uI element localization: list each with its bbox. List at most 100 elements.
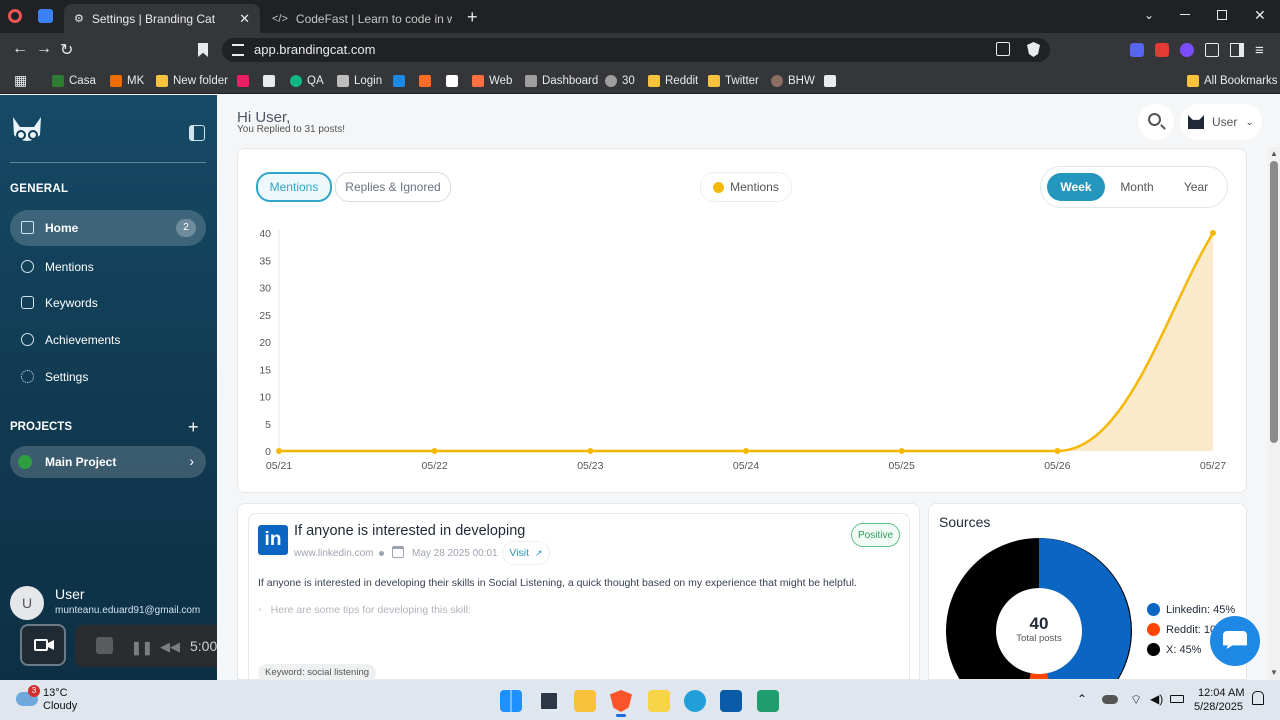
bookmark-twitter[interactable]: Twitter (708, 72, 759, 90)
sentiment-label: Positive (857, 529, 893, 541)
scrollbar-down-arrow[interactable]: ▼ (1270, 668, 1278, 677)
onedrive-icon[interactable] (1102, 695, 1118, 704)
collapse-sidebar-icon[interactable] (189, 125, 205, 141)
sidebar-toggle-icon[interactable] (1230, 43, 1244, 57)
extension-rocket-icon[interactable] (1155, 43, 1169, 57)
site-info-icon[interactable] (232, 44, 244, 56)
forward-icon[interactable]: → (36, 40, 52, 58)
scrollbar-up-arrow[interactable]: ▲ (1270, 149, 1278, 158)
minimize-icon[interactable] (1180, 14, 1190, 15)
weather-temp: 13°C (43, 687, 68, 699)
bookmark-web[interactable]: Web (472, 72, 512, 90)
user-card[interactable]: U User munteanu.eduard91@gmail.com (10, 585, 206, 621)
legend-reddit: Reddit: 10 (1147, 623, 1216, 636)
tab-mentions[interactable]: Mentions (256, 172, 332, 202)
bookmark-30[interactable]: 30 (605, 72, 635, 90)
tab-settings-branding-cat[interactable]: ⚙ Settings | Branding Cat ✕ (64, 4, 260, 33)
bookmark-new-folder[interactable]: New folder (156, 72, 228, 90)
bookmark-qa[interactable]: QA (290, 72, 324, 90)
telegram-icon[interactable] (684, 690, 706, 712)
cat-logo-icon[interactable] (10, 115, 44, 147)
bookmark-dashboard[interactable]: Dashboard (525, 72, 598, 90)
clock-time[interactable]: 12:04 AM (1198, 687, 1244, 699)
dev-tool-icon[interactable] (757, 690, 779, 712)
battery-icon[interactable] (1170, 695, 1184, 703)
mk-icon (110, 75, 122, 87)
close-window-icon[interactable]: ✕ (1254, 7, 1266, 24)
weather-widget[interactable]: 3 13°C Cloudy (14, 685, 94, 714)
user-menu[interactable]: User ⌄ (1180, 104, 1262, 140)
volume-icon[interactable]: ◀) (1150, 692, 1163, 706)
rewind-icon[interactable]: ◀◀ (160, 639, 180, 655)
remote-desktop-icon[interactable] (720, 690, 742, 712)
bookmark-x[interactable] (446, 72, 458, 90)
sidebar-item-keywords[interactable]: Keywords (10, 285, 206, 321)
bookmark-gitlab[interactable] (419, 72, 431, 90)
sidebar-item-settings[interactable]: Settings (10, 359, 206, 395)
page-scrollbar[interactable]: ▲ ▼ (1268, 147, 1280, 680)
bookmark-o[interactable] (263, 72, 275, 90)
apps-grid-icon[interactable]: ▦ (14, 72, 27, 89)
sticky-notes-icon[interactable] (648, 690, 670, 712)
back-icon[interactable]: ← (12, 40, 28, 58)
chat-support-button[interactable] (1210, 616, 1260, 666)
extension-purple-icon[interactable] (1180, 43, 1194, 57)
sidebar-item-home[interactable]: Home 2 (10, 210, 206, 246)
tray-chevron-up-icon[interactable]: ⌃ (1077, 692, 1087, 706)
browser-menu-hamburger-icon[interactable]: ≡ (1255, 42, 1264, 59)
range-month-button[interactable]: Month (1110, 173, 1164, 201)
notification-bell-icon[interactable] (1252, 691, 1264, 705)
range-year-button[interactable]: Year (1170, 173, 1222, 201)
all-bookmarks[interactable]: All Bookmarks (1187, 72, 1278, 90)
file-explorer-icon[interactable] (574, 690, 596, 712)
bookmark-bhw[interactable]: BHW (771, 72, 815, 90)
sidebar-item-mentions[interactable]: Mentions (10, 249, 206, 285)
extension-d-icon[interactable] (1130, 43, 1144, 57)
recorder-camera-button[interactable] (20, 624, 66, 666)
bookmark-casa[interactable]: Casa (52, 72, 96, 90)
clock-date[interactable]: 5/28/2025 (1194, 701, 1243, 713)
range-week-button[interactable]: Week (1047, 173, 1105, 201)
add-project-icon[interactable]: + (188, 417, 199, 438)
extensions-puzzle-icon[interactable] (1205, 43, 1219, 57)
bookmark-extra[interactable] (824, 72, 836, 90)
search-button[interactable] (1138, 104, 1174, 140)
share-icon[interactable] (996, 42, 1010, 56)
post-title[interactable]: If anyone is interested in developing (294, 523, 525, 539)
tab-replies-ignored[interactable]: Replies & Ignored (335, 172, 451, 202)
close-tab-icon[interactable]: ✕ (239, 11, 250, 27)
bookmark-stack[interactable] (237, 72, 249, 90)
bookmark-login[interactable]: Login (337, 72, 382, 90)
sidebar-item-achievements[interactable]: Achievements (10, 322, 206, 358)
bookmark-mk[interactable]: MK (110, 72, 144, 90)
stop-recording-button[interactable] (96, 637, 113, 654)
windows-start-icon[interactable] (500, 690, 522, 712)
user-name: User (55, 586, 85, 602)
visit-button[interactable]: Visit ↗ (502, 541, 550, 565)
tab-groups-icon[interactable] (38, 9, 53, 23)
cat-avatar-icon (1188, 115, 1204, 129)
project-label: Main Project (45, 455, 117, 469)
url-bar[interactable]: app.brandingcat.com (222, 38, 1050, 62)
reload-icon[interactable]: ↻ (60, 40, 73, 60)
legend-swatch (713, 181, 725, 193)
browser-menu-icon[interactable] (8, 9, 22, 23)
wifi-icon[interactable]: ⌔ (1130, 692, 1142, 708)
bookmark-label: MK (127, 75, 145, 87)
bookmark-blue[interactable] (393, 72, 405, 90)
scrollbar-thumb[interactable] (1270, 161, 1278, 443)
project-main[interactable]: Main Project › (10, 446, 206, 478)
legend-swatch (1147, 643, 1160, 656)
tab-search-chevron-icon[interactable]: ⌄ (1144, 8, 1154, 22)
new-tab-icon[interactable]: + (467, 7, 478, 28)
bookmark-reddit[interactable]: Reddit (648, 72, 698, 90)
active-app-indicator (616, 714, 626, 717)
dashboard-icon (525, 75, 537, 87)
tab-codefast[interactable]: </> CodeFast | Learn to code in weeks, n (262, 4, 452, 33)
tab-title: Settings | Branding Cat (91, 11, 216, 26)
maximize-icon[interactable] (1217, 10, 1227, 20)
sidebar-item-label: Settings (45, 370, 89, 384)
pause-icon[interactable]: ❚❚ (131, 640, 153, 656)
task-view-icon[interactable] (538, 690, 560, 712)
sources-card: Sources 40 Total posts Linkedin: 45% Red… (928, 503, 1247, 680)
